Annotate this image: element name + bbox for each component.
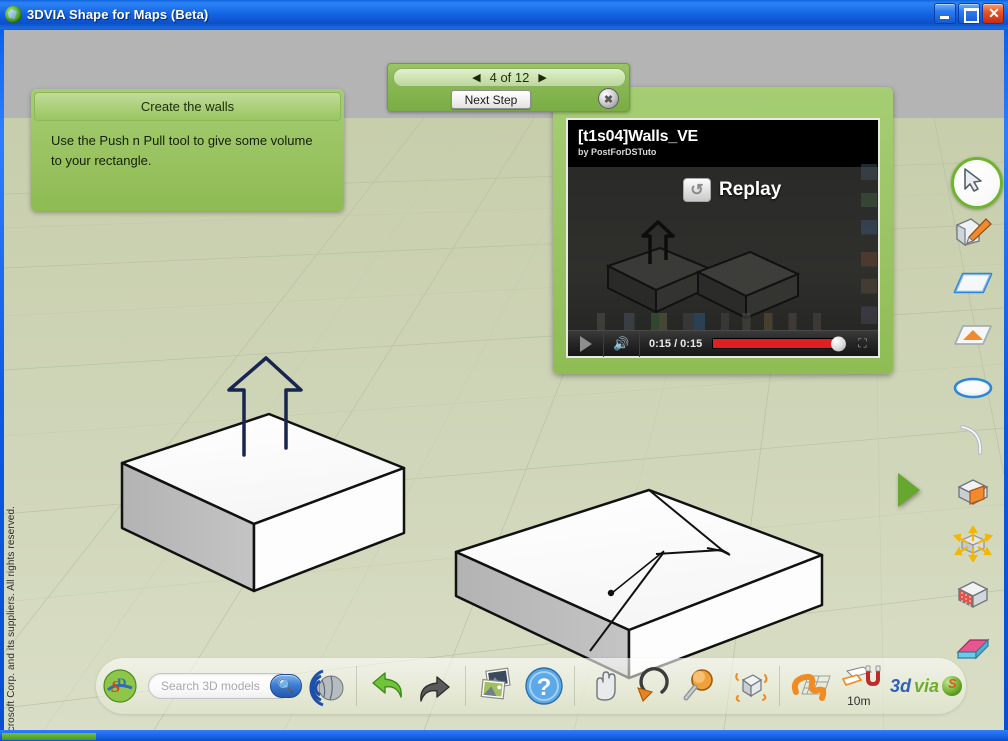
push-pull-tool[interactable]: [949, 470, 997, 514]
paint-tool[interactable]: [949, 574, 997, 618]
step-counter-label: 4 of 12: [489, 70, 530, 85]
rectangle-plane-icon: [953, 272, 993, 294]
select-tool[interactable]: [949, 157, 1003, 209]
video-screen[interactable]: [t1s04]Walls_VE by PostForDSTuto ↺ Repla…: [568, 120, 878, 334]
video-scene-bottombar: [586, 313, 856, 331]
tutorial-step-nav: ◀ 4 of 12 ▶ Next Step: [387, 63, 630, 112]
step-counter: ◀ 4 of 12 ▶: [393, 68, 626, 87]
move-axes-icon: [952, 526, 994, 562]
client-area: Copyright © 2009 Microsoft Corp. and its…: [4, 30, 1004, 730]
svg-text:D: D: [117, 675, 126, 690]
video-volume-icon[interactable]: 🔊: [604, 330, 640, 357]
video-progress-fill: [713, 336, 846, 351]
toolbar-divider: [464, 666, 466, 706]
cursor-arrow-icon: [964, 168, 982, 192]
toolbar-divider: [356, 666, 357, 706]
video-frame[interactable]: [t1s04]Walls_VE by PostForDSTuto ↺ Repla…: [566, 118, 880, 358]
move-tool[interactable]: [949, 522, 997, 566]
ellipse-icon: [953, 377, 993, 399]
replay-label: Replay: [719, 179, 782, 200]
status-bar: [0, 730, 1008, 741]
search-icon[interactable]: 🔍: [270, 674, 302, 698]
rectangle-tool[interactable]: [949, 262, 997, 306]
video-title: [t1s04]Walls_VE: [578, 128, 699, 145]
tools-toolbar: [944, 157, 1003, 688]
instruction-title: Create the walls: [34, 92, 341, 121]
measure-group: [786, 658, 834, 714]
title-bar[interactable]: 3DVIA Shape for Maps (Beta): [0, 0, 1008, 29]
3dvia-brand-logo: 3d via: [889, 675, 963, 697]
video-progress-bar[interactable]: [712, 336, 846, 351]
publish-globe-icon[interactable]: [302, 662, 350, 710]
toolbar-divider: [778, 666, 780, 706]
video-scene-toolbar: [861, 164, 877, 324]
scale-indicator[interactable]: 10m: [834, 660, 884, 712]
minimize-button[interactable]: [934, 3, 956, 24]
tape-measure-icon[interactable]: [786, 662, 834, 710]
scale-icon: [841, 665, 881, 686]
brand-prefix: 3d: [889, 675, 911, 696]
zoom-icon[interactable]: [677, 662, 725, 710]
tutorial-video-panel: [t1s04]Walls_VE by PostForDSTuto ↺ Repla…: [553, 87, 893, 374]
brand-suffix: via: [914, 675, 940, 696]
orbit-icon[interactable]: [629, 662, 677, 710]
instruction-panel: Create the walls Use the Push n Pull too…: [31, 89, 344, 211]
search-group: S D Search 3D models 🔍: [96, 658, 350, 714]
undo-icon[interactable]: [363, 662, 411, 710]
close-button[interactable]: [982, 3, 1005, 24]
eraser-tool[interactable]: [949, 626, 997, 670]
video-controls: 🔊 0:15 / 0:15 ⛶: [568, 330, 878, 357]
ellipse-tool[interactable]: [949, 366, 997, 410]
svg-text:?: ?: [536, 674, 551, 701]
app-globe-icon: [5, 6, 22, 23]
next-step-button[interactable]: Next Step: [451, 90, 531, 109]
via-globe-icon: [942, 676, 963, 696]
scale-label: 10m: [847, 693, 871, 708]
app-window: 3DVIA Shape for Maps (Beta) ✕ Copyright …: [0, 0, 1008, 741]
navigation-group: [581, 658, 773, 714]
push-pull-cube-icon: [957, 479, 989, 506]
ds-logo-icon[interactable]: S D: [96, 662, 144, 710]
maximize-button[interactable]: [958, 3, 980, 24]
media-help-group: ?: [472, 658, 568, 714]
arc-tool[interactable]: [949, 418, 997, 462]
prev-step-arrow[interactable]: ◀: [472, 71, 480, 84]
polygon-tool[interactable]: [949, 314, 997, 358]
paint-cube-icon: [957, 581, 989, 609]
polygon-plane-icon: [954, 325, 992, 345]
photos-icon[interactable]: [472, 662, 520, 710]
undo-redo-group: [363, 658, 459, 714]
zoom-extents-icon[interactable]: [725, 662, 773, 710]
toolbar-divider: [573, 666, 575, 706]
window-title: 3DVIA Shape for Maps (Beta): [27, 7, 209, 22]
pencil-paper-icon: [956, 218, 992, 247]
redo-icon[interactable]: [411, 662, 459, 710]
help-icon[interactable]: ?: [520, 662, 568, 710]
video-fullscreen-icon[interactable]: ⛶: [846, 331, 878, 357]
pan-icon[interactable]: [581, 662, 629, 710]
next-video-arrow[interactable]: [898, 473, 920, 507]
replay-button[interactable]: ↺ Replay: [683, 178, 781, 202]
video-progress-knob[interactable]: [831, 336, 846, 351]
video-time-label: 0:15 / 0:15: [649, 337, 703, 350]
instruction-text: Use the Push n Pull tool to give some vo…: [51, 133, 313, 168]
next-step-arrow[interactable]: ▶: [538, 71, 546, 84]
window-controls: [934, 3, 1005, 24]
eraser-icon: [956, 638, 990, 660]
video-play-button[interactable]: [568, 330, 604, 357]
replay-icon: ↺: [683, 178, 711, 202]
draw-tool[interactable]: [949, 210, 997, 254]
status-progress: [2, 733, 96, 740]
close-tutorial-button[interactable]: [598, 88, 619, 109]
bottom-toolbar: S D Search 3D models 🔍 ? 10m 3d via S: [96, 658, 966, 714]
video-author: by PostForDSTuto: [578, 147, 657, 157]
arc-curve-icon: [960, 425, 983, 455]
